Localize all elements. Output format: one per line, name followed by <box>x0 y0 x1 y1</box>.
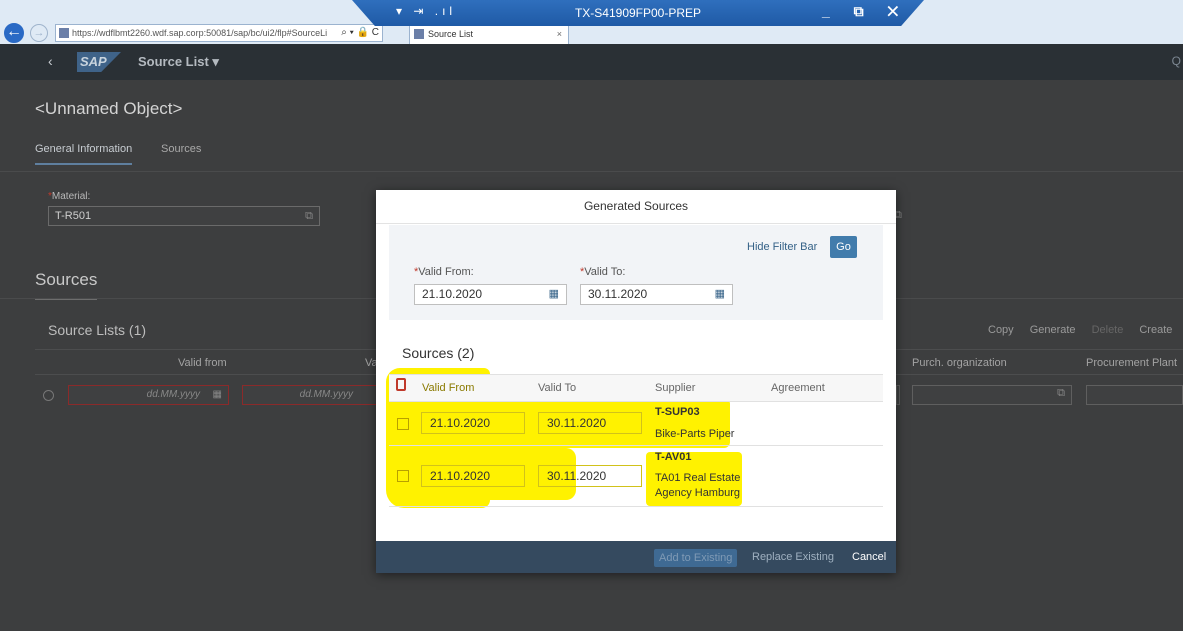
valid-to-date-value: 30.11.2020 <box>588 287 648 301</box>
generated-sources-dialog: Generated Sources Hide Filter Bar Go *Va… <box>376 190 896 573</box>
generate-button[interactable]: Generate <box>1030 324 1076 336</box>
tab-divider <box>0 171 1183 172</box>
material-label-text: Material: <box>51 191 91 202</box>
browser-tab-title: Source List <box>428 29 474 39</box>
create-button[interactable]: Create <box>1139 324 1172 336</box>
supplier-name: TA01 Real Estate Agency Hamburg <box>655 472 741 499</box>
row-divider <box>389 506 883 507</box>
row-checkbox[interactable] <box>397 470 409 482</box>
sap-logo[interactable]: SAP <box>77 52 121 72</box>
value-help-icon[interactable]: ⧉ <box>305 207 313 225</box>
row-valid-to[interactable]: 30.11.2020 <box>538 465 642 487</box>
date-placeholder: dd.MM.yyyy <box>146 389 200 400</box>
dialog-title: Generated Sources <box>376 190 896 224</box>
remote-session-bar: ▾ ⇥ .ıl TX-S41909FP00-PREP _ ⧉ ✕ <box>352 0 924 26</box>
tab-favicon-icon <box>414 29 424 39</box>
valid-from-date-value: 21.10.2020 <box>422 287 483 301</box>
purch-org-input[interactable]: ⧉ <box>912 385 1072 405</box>
procurement-plant-input[interactable] <box>1086 385 1183 405</box>
valid-from-date-input[interactable]: 21.10.2020 ▦ <box>414 284 567 305</box>
replace-existing-button[interactable]: Replace Existing <box>752 541 834 573</box>
material-value: T-R501 <box>55 210 92 222</box>
page-title: <Unnamed Object> <box>35 99 183 118</box>
calendar-icon[interactable]: ▦ <box>715 285 725 304</box>
app-title-menu[interactable]: Source List ▾ <box>138 54 219 70</box>
browser-tab[interactable]: Source List × <box>409 24 569 44</box>
col-supplier: Supplier <box>655 382 696 394</box>
tab-general-information[interactable]: General Information <box>35 143 133 165</box>
hide-filter-bar-button[interactable]: Hide Filter Bar <box>747 241 817 253</box>
col-procurement-plant: Procurement Plant <box>1086 357 1178 369</box>
search-icon[interactable]: Q <box>1172 54 1181 68</box>
row-valid-to[interactable]: 30.11.2020 <box>538 412 642 434</box>
sources-table-title: Sources (2) <box>402 345 475 361</box>
address-url: https://wdflbmt2260.wdf.sap.corp:50081/s… <box>72 28 328 38</box>
supplier-id: T-SUP03 <box>655 406 700 418</box>
copy-button[interactable]: Copy <box>988 324 1014 336</box>
browser-forward-icon[interactable]: → <box>30 24 48 42</box>
window-controls[interactable]: _ ⧉ ✕ <box>822 3 908 20</box>
shell-bar: ‹ SAP Source List ▾ Q <box>0 44 1183 80</box>
valid-to-label-text: Valid To: <box>584 266 626 278</box>
cancel-button[interactable]: Cancel <box>852 541 886 573</box>
valid-to-input[interactable]: dd.MM.yyyy <box>242 385 382 405</box>
valid-to-label: *Valid To: <box>580 266 625 278</box>
material-label: *Material: <box>48 191 90 202</box>
delete-button[interactable]: Delete <box>1092 324 1124 336</box>
col-valid-to: Valid To <box>538 382 577 394</box>
value-help-icon[interactable]: ⧉ <box>1057 387 1065 400</box>
browser-back-icon[interactable]: ← <box>2 21 26 45</box>
col-valid-from: Valid from <box>178 357 227 369</box>
source-lists-toolbar: Copy Generate Delete Create <box>988 324 1183 336</box>
shell-back-icon[interactable]: ‹ <box>48 53 53 69</box>
supplier-id: T-AV01 <box>655 451 692 463</box>
valid-from-label: *Valid From: <box>414 266 474 278</box>
tab-close-icon[interactable]: × <box>557 25 562 43</box>
site-favicon-icon <box>59 28 69 38</box>
mouse-cursor-icon <box>396 378 406 391</box>
date-placeholder: dd.MM.yyyy <box>299 389 353 400</box>
row-valid-from[interactable]: 21.10.2020 <box>421 465 525 487</box>
material-input[interactable]: T-R501 ⧉ <box>48 206 320 226</box>
address-bar[interactable]: https://wdflbmt2260.wdf.sap.corp:50081/s… <box>55 24 383 42</box>
tab-sources[interactable]: Sources <box>161 143 201 155</box>
supplier-name: Bike-Parts Piper <box>655 428 735 440</box>
row-checkbox[interactable] <box>397 418 409 430</box>
row-select-radio[interactable] <box>43 390 54 401</box>
source-lists-title: Source Lists (1) <box>48 322 147 338</box>
calendar-icon[interactable]: ▦ <box>213 386 222 404</box>
col-purch-organization: Purch. organization <box>912 357 1007 369</box>
address-tools-icon[interactable]: ⌕ ▾ 🔒 C <box>341 25 379 41</box>
col-valid-from: Valid From <box>422 382 475 394</box>
col-agreement: Agreement <box>771 382 825 394</box>
sources-table-header: Valid From Valid To Supplier Agreement <box>389 374 883 402</box>
valid-to-date-input[interactable]: 30.11.2020 ▦ <box>580 284 733 305</box>
valid-from-input[interactable]: dd.MM.yyyy ▦ <box>68 385 229 405</box>
dialog-footer: Add to Existing Replace Existing Cancel <box>376 541 896 573</box>
add-to-existing-button[interactable]: Add to Existing <box>654 549 738 567</box>
purch-org-input-edge[interactable] <box>896 385 900 405</box>
row-valid-from[interactable]: 21.10.2020 <box>421 412 525 434</box>
calendar-icon[interactable]: ▦ <box>549 285 559 304</box>
go-button[interactable]: Go <box>830 236 857 258</box>
sources-section-title: Sources <box>35 270 98 300</box>
row-divider <box>389 445 883 446</box>
valid-from-label-text: Valid From: <box>418 266 474 278</box>
